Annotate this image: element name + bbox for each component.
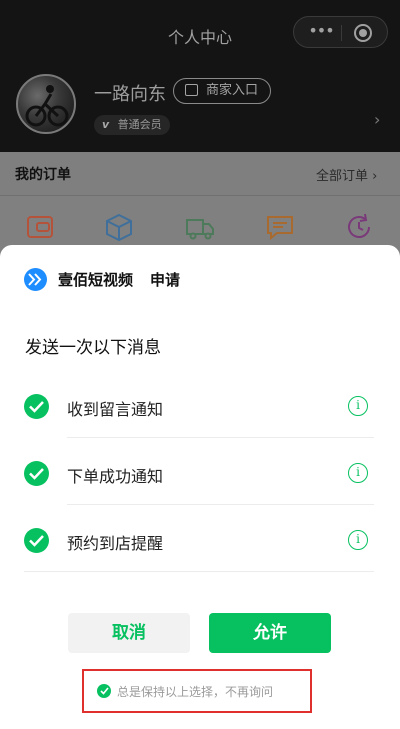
option-label: 预约到店提醒 xyxy=(67,534,164,553)
divider xyxy=(67,504,374,505)
username: 一路向东 xyxy=(94,84,166,105)
option-item[interactable]: 预约到店提醒 i xyxy=(24,506,374,572)
capsule-divider xyxy=(341,25,342,41)
merchant-entry-button[interactable]: 商家入口 xyxy=(173,78,271,104)
vip-icon: v xyxy=(102,118,110,131)
info-icon[interactable]: i xyxy=(348,463,368,483)
check-icon[interactable] xyxy=(24,461,49,486)
divider xyxy=(67,437,374,438)
info-icon[interactable]: i xyxy=(348,530,368,550)
option-label: 收到留言通知 xyxy=(67,400,164,419)
orders-title: 我的订单 xyxy=(15,167,71,183)
avatar xyxy=(16,74,76,134)
all-orders-link[interactable]: 全部订单 › xyxy=(316,165,377,184)
member-level: 普通会员 xyxy=(117,118,162,131)
allow-button[interactable]: 允许 xyxy=(209,613,331,653)
chevron-right-icon[interactable]: › xyxy=(374,110,380,129)
chevron-right-icon: › xyxy=(372,169,378,184)
wallet-icon[interactable] xyxy=(25,212,55,242)
app-action: 申请 xyxy=(150,271,181,289)
sheet-title: 发送一次以下消息 xyxy=(25,338,161,358)
app-logo xyxy=(24,268,47,291)
shop-icon xyxy=(185,84,198,96)
remember-choice-label: 总是保持以上选择，不再询问 xyxy=(117,685,274,699)
option-label: 下单成功通知 xyxy=(67,467,164,486)
app-name: 壹佰短视频 xyxy=(58,271,134,289)
miniprogram-capsule: ••• xyxy=(293,16,388,48)
check-icon[interactable] xyxy=(24,394,49,419)
info-icon[interactable]: i xyxy=(348,396,368,416)
all-orders-label: 全部订单 xyxy=(316,169,369,184)
remember-choice-toggle[interactable]: 总是保持以上选择，不再询问 xyxy=(82,669,312,713)
more-dots-icon[interactable]: ••• xyxy=(304,23,338,40)
subscribe-message-sheet: 壹佰短视频 申请 发送一次以下消息 收到留言通知 i 下单成功通知 i 预约到店… xyxy=(0,245,400,729)
target-circle-icon[interactable] xyxy=(354,24,372,42)
box-icon[interactable] xyxy=(104,212,134,242)
cancel-button[interactable]: 取消 xyxy=(68,613,190,653)
option-item[interactable]: 下单成功通知 i xyxy=(24,439,374,505)
profile-header: 一路向东 商家入口 v 普通会员 › xyxy=(0,68,400,152)
divider xyxy=(24,571,374,572)
top-nav-bar: 个人中心 ••• xyxy=(0,0,400,68)
check-icon[interactable] xyxy=(97,684,111,698)
orders-header: 我的订单 全部订单 › xyxy=(0,152,400,196)
option-item[interactable]: 收到留言通知 i xyxy=(24,372,374,438)
member-badge: v 普通会员 xyxy=(94,115,170,135)
truck-icon[interactable] xyxy=(185,212,215,242)
message-icon[interactable] xyxy=(265,212,295,242)
check-icon[interactable] xyxy=(24,528,49,553)
merchant-entry-label: 商家入口 xyxy=(206,83,259,98)
refresh-icon[interactable] xyxy=(344,212,374,242)
